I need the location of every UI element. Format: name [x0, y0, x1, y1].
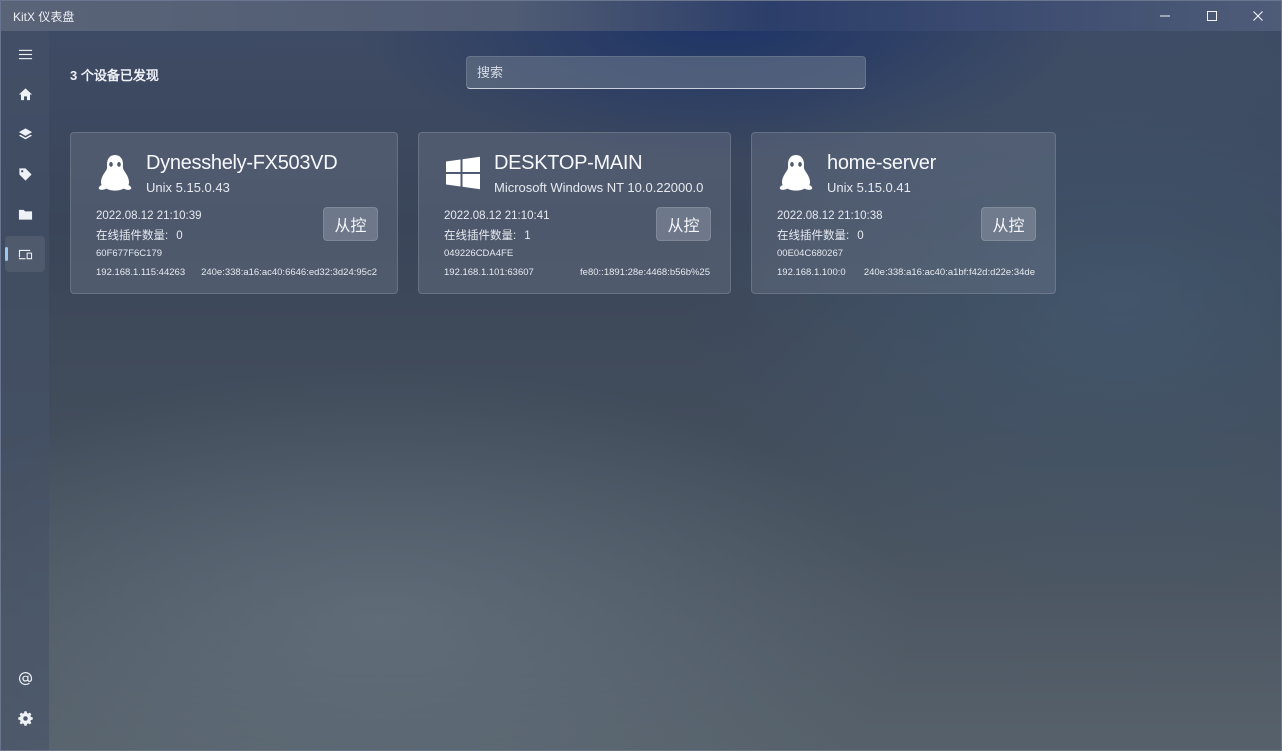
layers-icon	[18, 127, 32, 139]
sidebar-menu-toggle[interactable]	[5, 36, 45, 72]
linux-penguin-icon	[779, 155, 813, 191]
sidebar-item-settings[interactable]	[5, 700, 45, 736]
device-ipv6: 240e:338:a16:ac40:a1bf:f42d:d22e:34de	[863, 267, 1035, 278]
control-button[interactable]: 从控	[656, 207, 711, 241]
device-ipv4: 192.168.1.101:63607	[444, 267, 534, 278]
device-card: home-server Unix 5.15.0.41 2022.08.12 21…	[751, 132, 1056, 294]
device-os: Unix 5.15.0.43	[146, 180, 230, 195]
hamburger-menu-icon	[18, 49, 32, 59]
linux-penguin-icon	[98, 155, 132, 191]
sidebar-item-home[interactable]	[5, 76, 45, 112]
online-plugins-count: 1	[524, 230, 531, 242]
device-ipv6: 240e:338:a16:ac40:6646:ed32:3d24:95c2	[201, 267, 377, 278]
maximize-icon	[1207, 10, 1217, 21]
at-icon	[18, 671, 32, 685]
device-last-seen: 2022.08.12 21:10:41	[444, 210, 550, 222]
sidebar-item-devices[interactable]	[5, 236, 45, 272]
devices-icon	[18, 249, 32, 259]
online-plugins-label: 在线插件数量:	[777, 230, 850, 242]
sidebar-item-plugins[interactable]	[5, 116, 45, 152]
device-card: DESKTOP-MAIN Microsoft Windows NT 10.0.2…	[418, 132, 731, 294]
online-plugins-label: 在线插件数量:	[444, 230, 517, 242]
device-name: home-server	[827, 152, 936, 174]
device-card: Dynesshely-FX503VD Unix 5.15.0.43 2022.0…	[70, 132, 398, 294]
os-icon-container	[443, 153, 483, 193]
window-title: KitX 仪表盘	[13, 10, 75, 24]
maximize-button[interactable]	[1189, 0, 1235, 31]
device-id: 049226CDA4FE	[444, 248, 514, 259]
title-bar: KitX 仪表盘	[0, 0, 1282, 31]
gear-icon	[17, 710, 33, 726]
device-id: 60F677F6C179	[96, 248, 163, 259]
device-id: 00E04C680267	[777, 248, 844, 259]
device-last-seen: 2022.08.12 21:10:39	[96, 210, 202, 222]
control-button[interactable]: 从控	[981, 207, 1036, 241]
sidebar-item-tags[interactable]	[5, 156, 45, 192]
device-os: Microsoft Windows NT 10.0.22000.0	[494, 180, 704, 195]
device-count-label: 3 个设备已发现	[70, 68, 159, 83]
close-icon	[1253, 10, 1263, 21]
folder-icon	[18, 209, 32, 220]
sidebar	[1, 31, 49, 750]
online-plugins-label: 在线插件数量:	[96, 230, 169, 242]
tag-icon	[18, 167, 32, 181]
device-name: Dynesshely-FX503VD	[146, 152, 338, 174]
online-plugins-count: 0	[176, 230, 183, 242]
home-icon	[18, 87, 32, 100]
device-ipv4: 192.168.1.100:0	[777, 267, 846, 278]
online-plugins: 在线插件数量: 1	[444, 227, 531, 243]
search-input[interactable]	[466, 56, 866, 89]
window-border	[0, 0, 1282, 751]
sidebar-item-folder[interactable]	[5, 196, 45, 232]
device-name: DESKTOP-MAIN	[494, 152, 643, 174]
sidebar-item-about[interactable]	[5, 660, 45, 696]
windows-logo-icon	[446, 156, 480, 190]
online-plugins: 在线插件数量: 0	[777, 227, 864, 243]
minimize-icon	[1160, 15, 1170, 16]
online-plugins: 在线插件数量: 0	[96, 227, 183, 243]
close-button[interactable]	[1235, 0, 1281, 31]
online-plugins-count: 0	[857, 230, 864, 242]
os-icon-container	[95, 153, 135, 193]
minimize-button[interactable]	[1142, 0, 1188, 31]
control-button[interactable]: 从控	[323, 207, 378, 241]
device-last-seen: 2022.08.12 21:10:38	[777, 210, 883, 222]
device-ipv4: 192.168.1.115:44263	[96, 267, 186, 278]
device-ipv6: fe80::1891:28e:4468:b56b%25	[580, 267, 710, 278]
os-icon-container	[776, 153, 816, 193]
device-os: Unix 5.15.0.41	[827, 180, 911, 195]
